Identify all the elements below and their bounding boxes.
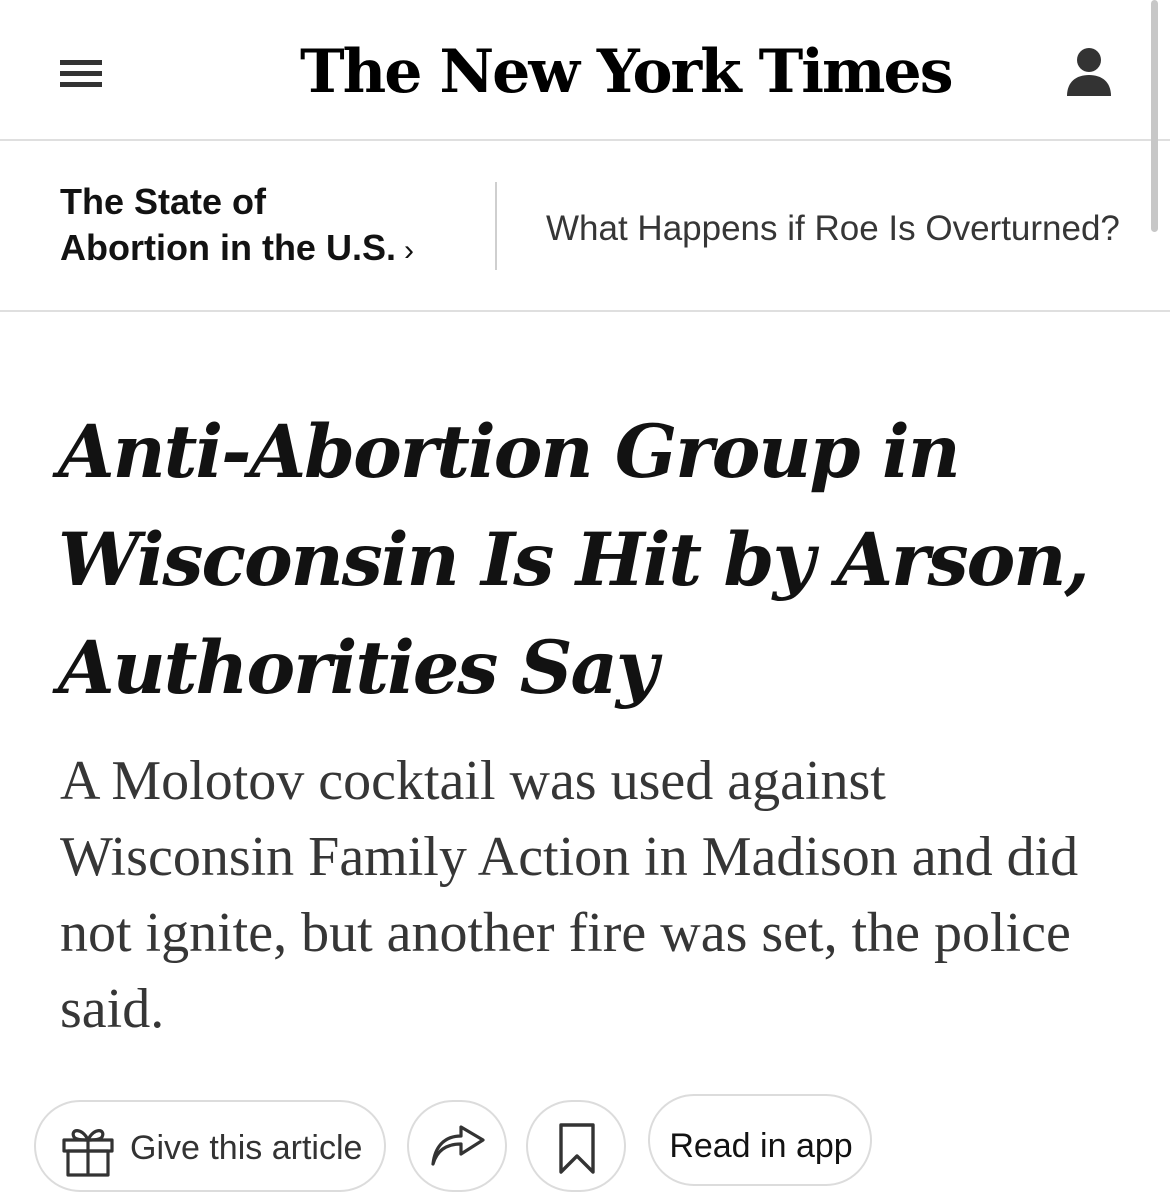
related-article-link[interactable]: What Happens if Roe Is Overturned?: [546, 207, 1120, 251]
read-in-app-button[interactable]: Read in app: [648, 1094, 872, 1186]
nyt-logo[interactable]: The New York Times: [300, 30, 953, 114]
section-label-line1: The State of: [60, 181, 267, 222]
chevron-right-icon: ›: [403, 234, 414, 267]
article-summary: A Molotov cocktail was used against Wisc…: [60, 750, 1079, 1040]
masthead: The New York Times: [0, 0, 1170, 141]
bookmark-icon: [558, 1122, 596, 1181]
share-button[interactable]: [407, 1100, 507, 1192]
menu-line: [60, 82, 102, 87]
save-bookmark-button[interactable]: [526, 1100, 626, 1192]
read-in-app-label: Read in app: [669, 1127, 853, 1165]
divider: [495, 182, 497, 270]
give-article-button[interactable]: Give this article: [34, 1100, 386, 1192]
give-article-label: Give this article: [130, 1129, 363, 1167]
article-actions: Give this article Read in app: [0, 1094, 1170, 1195]
share-arrow-icon: [429, 1124, 487, 1175]
menu-line: [60, 71, 102, 76]
hamburger-menu-icon[interactable]: [58, 52, 104, 92]
section-link-abortion[interactable]: The State of Abortion in the U.S. ›: [60, 179, 480, 274]
account-person-icon[interactable]: [1064, 44, 1114, 100]
menu-line: [60, 60, 102, 65]
article-headline: Anti-Abortion Group in Wisconsin Is Hit …: [58, 409, 1090, 711]
gift-icon: [60, 1123, 116, 1184]
section-label-line2: Abortion in the U.S.: [60, 227, 396, 268]
section-nav: The State of Abortion in the U.S. › What …: [0, 141, 1170, 312]
